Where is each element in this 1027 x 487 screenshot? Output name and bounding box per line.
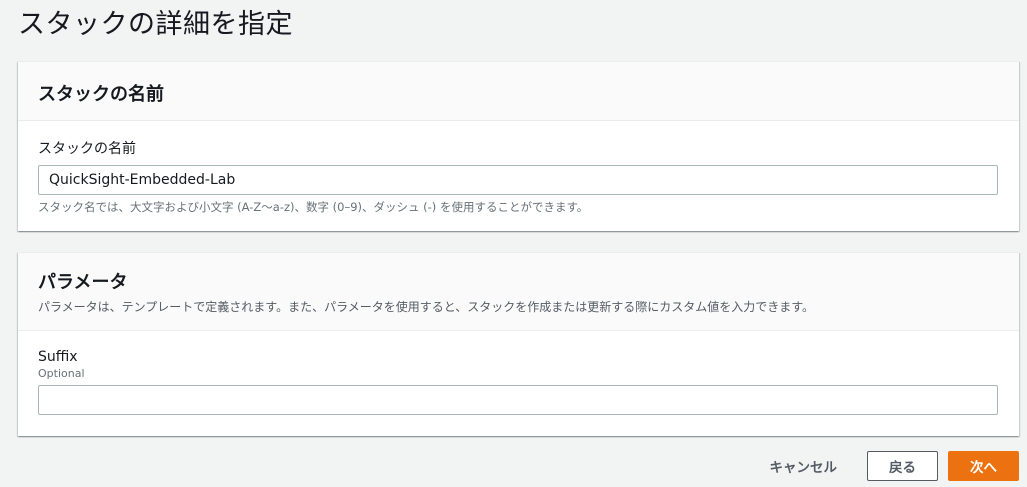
parameters-panel: パラメータ パラメータは、テンプレートで定義されます。また、パラメータを使用する… [18, 252, 1019, 436]
suffix-label: Suffix [38, 349, 78, 365]
stack-name-label: スタックの名前 [38, 141, 136, 157]
stack-name-input[interactable] [38, 165, 998, 195]
parameters-description: パラメータは、テンプレートで定義されます。また、パラメータを使用すると、スタック… [38, 300, 815, 314]
parameters-panel-header: パラメータ パラメータは、テンプレートで定義されます。また、パラメータを使用する… [18, 253, 1019, 331]
parameters-heading: パラメータ [38, 272, 128, 293]
suffix-optional-label: Optional [38, 367, 85, 380]
footer-actions: キャンセル 戻る 次へ [760, 451, 1019, 481]
stack-name-panel-body: スタックの名前 スタック名では、大文字および小文字 (A-Z〜a-z)、数字 (… [18, 121, 1019, 215]
next-button[interactable]: 次へ [948, 451, 1019, 481]
parameters-panel-body: Suffix Optional [18, 331, 1019, 415]
stack-name-panel-header: スタックの名前 [18, 62, 1019, 121]
stack-name-heading: スタックの名前 [38, 84, 164, 105]
cancel-button[interactable]: キャンセル [760, 451, 848, 481]
page-title: スタックの詳細を指定 [18, 9, 293, 40]
stack-name-panel: スタックの名前 スタックの名前 スタック名では、大文字および小文字 (A-Z〜a… [18, 61, 1019, 231]
page: スタックの詳細を指定 スタックの名前 スタックの名前 スタック名では、大文字およ… [0, 0, 1027, 487]
back-button[interactable]: 戻る [867, 451, 938, 481]
stack-name-hint: スタック名では、大文字および小文字 (A-Z〜a-z)、数字 (0–9)、ダッシ… [38, 200, 589, 214]
suffix-input[interactable] [38, 385, 998, 415]
